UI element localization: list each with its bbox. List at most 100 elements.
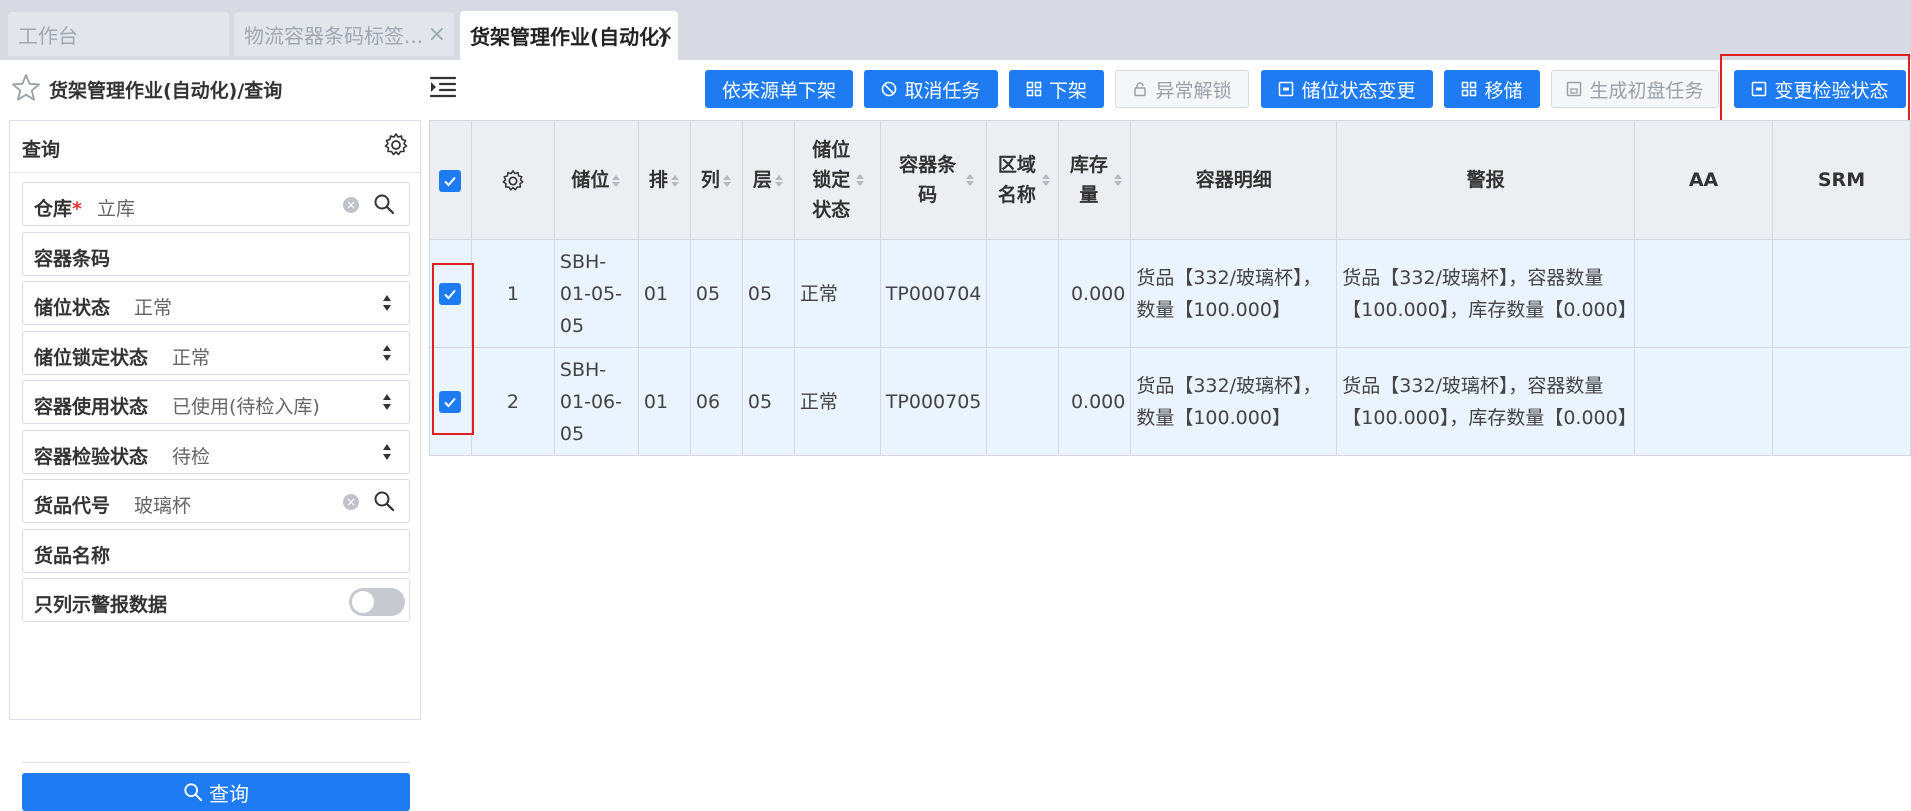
query-panel: 查询 仓库* 立库 × 容器条码 储位状态 正常 储位锁定状态 正常 容器使用状… bbox=[9, 120, 421, 811]
srm-cell bbox=[1772, 347, 1911, 456]
row-number: 1 bbox=[470, 239, 555, 348]
level-cell: 05 bbox=[741, 347, 795, 456]
container-barcode-cell: TP000705 bbox=[879, 347, 988, 456]
query-button[interactable]: 查询 bbox=[22, 773, 410, 811]
table-row[interactable]: 2 SBH-01-06-05 01 06 05 正常 TP000705 0.00… bbox=[429, 347, 1911, 456]
column-header-column[interactable]: 列 bbox=[689, 120, 743, 240]
field-label: 储位状态 bbox=[34, 297, 111, 319]
select-all-checkbox[interactable] bbox=[439, 169, 462, 192]
row-cell: 01 bbox=[637, 239, 691, 348]
sort-icon[interactable] bbox=[1041, 172, 1051, 188]
field-label: 容器使用状态 bbox=[34, 396, 149, 418]
field-label: 仓库 bbox=[34, 198, 73, 220]
sort-arrows-icon bbox=[383, 345, 391, 361]
column-header-area-name[interactable]: 区域名称 bbox=[986, 120, 1060, 240]
field-value: 立库 bbox=[97, 198, 136, 220]
unshelve-button[interactable]: 下架 bbox=[1009, 70, 1104, 108]
item-code-field[interactable]: 货品代号 玻璃杯 × bbox=[22, 479, 410, 523]
sort-icon[interactable] bbox=[670, 173, 680, 189]
close-icon[interactable]: × bbox=[656, 21, 674, 46]
gear-icon[interactable] bbox=[500, 168, 526, 194]
column-header-srm[interactable]: SRM bbox=[1772, 120, 1911, 240]
star-icon[interactable] bbox=[10, 72, 42, 104]
select-all-header[interactable] bbox=[429, 120, 472, 240]
sort-icon[interactable] bbox=[855, 172, 865, 188]
table-row[interactable]: 1 SBH-01-05-05 01 05 05 正常 TP000704 0.00… bbox=[429, 239, 1911, 348]
location-status-change-button[interactable]: 储位状态变更 bbox=[1261, 70, 1433, 108]
tab-label: 物流容器条码标签... bbox=[244, 23, 424, 48]
sort-arrows-icon bbox=[383, 295, 391, 311]
location-lock-status-select[interactable]: 储位锁定状态 正常 bbox=[22, 331, 410, 375]
column-header-location[interactable]: 储位 bbox=[553, 120, 639, 240]
column-header-aa[interactable]: AA bbox=[1634, 120, 1773, 240]
container-barcode-field[interactable]: 容器条码 bbox=[22, 232, 410, 276]
container-inspection-status-select[interactable]: 容器检验状态 待检 bbox=[22, 430, 410, 474]
aa-cell bbox=[1634, 239, 1773, 348]
area-name-cell bbox=[986, 347, 1060, 456]
row-number: 2 bbox=[470, 347, 555, 456]
tab-workbench[interactable]: 工作台 bbox=[8, 12, 229, 56]
required-mark: * bbox=[72, 198, 82, 220]
sort-icon[interactable] bbox=[774, 173, 784, 189]
column-header-stock-qty[interactable]: 库存量 bbox=[1058, 120, 1132, 240]
tab-bar: 工作台 物流容器条码标签... × 货架管理作业(自动化) × bbox=[0, 0, 1911, 60]
sort-arrows-icon bbox=[383, 444, 391, 460]
source-order-unshelve-button[interactable]: 依来源单下架 bbox=[705, 70, 853, 108]
sort-icon[interactable] bbox=[965, 172, 975, 188]
tab-container-barcode-label[interactable]: 物流容器条码标签... × bbox=[234, 12, 454, 56]
sort-icon[interactable] bbox=[1113, 172, 1123, 188]
column-header-alert[interactable]: 警报 bbox=[1336, 120, 1636, 240]
generate-count-task-button[interactable]: 生成初盘任务 bbox=[1551, 70, 1719, 108]
grid-icon bbox=[1026, 81, 1042, 97]
alert-cell: 货品【332/玻璃杯】，容器数量【100.000】，库存数量【0.000】 bbox=[1336, 239, 1637, 348]
alert-cell: 货品【332/玻璃杯】，容器数量【100.000】，库存数量【0.000】 bbox=[1336, 347, 1637, 456]
gear-icon[interactable] bbox=[382, 131, 410, 159]
lock-status-cell: 正常 bbox=[793, 239, 881, 348]
column-cell: 05 bbox=[689, 239, 743, 348]
relocate-button[interactable]: 移储 bbox=[1444, 70, 1540, 108]
clear-icon[interactable]: × bbox=[343, 494, 359, 510]
item-name-field[interactable]: 货品名称 bbox=[22, 529, 410, 573]
field-value: 正常 bbox=[172, 347, 211, 369]
tab-shelf-management[interactable]: 货架管理作业(自动化) × bbox=[460, 11, 678, 60]
column-header-row[interactable]: 排 bbox=[637, 120, 691, 240]
alert-only-toggle[interactable] bbox=[349, 588, 405, 616]
location-status-select[interactable]: 储位状态 正常 bbox=[22, 281, 410, 325]
table-header: 储位 排 列 层 储位锁定状态 容器条码 区域名称 库存量 容器明细 警报 AA… bbox=[429, 120, 1911, 240]
column-cell: 06 bbox=[689, 347, 743, 456]
clear-icon[interactable]: × bbox=[343, 197, 359, 213]
field-label: 只列示警报数据 bbox=[34, 594, 168, 616]
close-icon[interactable]: × bbox=[428, 22, 446, 47]
field-value: 玻璃杯 bbox=[134, 495, 192, 517]
row-cell: 01 bbox=[637, 347, 691, 456]
column-settings-header[interactable] bbox=[470, 120, 555, 240]
sort-icon[interactable] bbox=[722, 173, 732, 189]
field-value: 正常 bbox=[134, 297, 173, 319]
field-label: 储位锁定状态 bbox=[34, 347, 149, 369]
toggle-knob bbox=[352, 591, 374, 613]
container-detail-cell: 货品【332/玻璃杯】，数量【100.000】 bbox=[1130, 347, 1338, 456]
column-header-container-barcode[interactable]: 容器条码 bbox=[879, 120, 988, 240]
collapse-menu-icon[interactable] bbox=[428, 72, 458, 102]
field-label: 容器条码 bbox=[34, 248, 111, 270]
stock-qty-cell: 0.000 bbox=[1058, 347, 1132, 456]
column-header-level[interactable]: 层 bbox=[741, 120, 795, 240]
search-icon[interactable] bbox=[373, 490, 395, 512]
search-icon[interactable] bbox=[373, 193, 395, 215]
container-detail-cell: 货品【332/玻璃杯】，数量【100.000】 bbox=[1130, 239, 1338, 348]
sort-icon[interactable] bbox=[611, 173, 621, 189]
column-header-container-detail[interactable]: 容器明细 bbox=[1130, 120, 1338, 240]
cancel-task-button[interactable]: 取消任务 bbox=[864, 70, 998, 108]
grid-icon bbox=[1462, 81, 1477, 97]
container-usage-status-select[interactable]: 容器使用状态 已使用(待检入库) bbox=[22, 380, 410, 424]
exception-unlock-button[interactable]: 异常解锁 bbox=[1115, 70, 1249, 108]
warehouse-field[interactable]: 仓库* 立库 × bbox=[22, 182, 410, 226]
column-header-lock-status[interactable]: 储位锁定状态 bbox=[793, 120, 881, 240]
query-panel-header: 查询 bbox=[10, 121, 420, 173]
aa-cell bbox=[1634, 347, 1773, 456]
location-cell: SBH-01-06-05 bbox=[553, 347, 639, 456]
ban-icon bbox=[882, 81, 897, 97]
field-label: 货品名称 bbox=[34, 545, 111, 567]
stock-qty-cell: 0.000 bbox=[1058, 239, 1132, 348]
field-label: 货品代号 bbox=[34, 495, 111, 517]
